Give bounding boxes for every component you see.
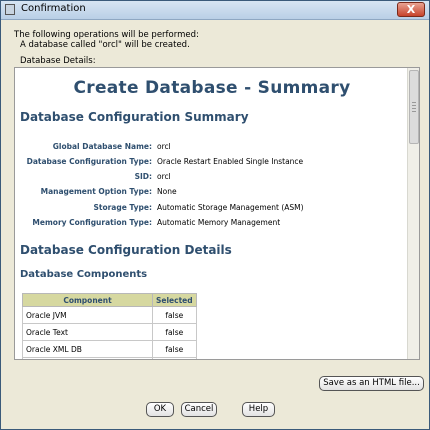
field-label: SID: (134, 172, 152, 181)
table-row (22, 357, 197, 359)
close-button[interactable]: X (397, 2, 425, 17)
summary-title: Create Database - Summary (73, 78, 351, 98)
field-label: Management Option Type: (40, 187, 152, 196)
field-label: Global Database Name: (52, 142, 152, 151)
summary-content: Create Database - Summary Database Confi… (15, 68, 409, 359)
components-heading: Database Components (20, 269, 148, 280)
grip-line (412, 108, 416, 109)
java-app-icon (5, 4, 15, 15)
components-table: Component Selected Oracle JVM false Orac… (22, 293, 197, 359)
summary-panel[interactable]: Create Database - Summary Database Confi… (14, 67, 420, 360)
window-title: Confirmation (21, 3, 86, 14)
field-value: orcl (157, 172, 171, 181)
field-value: Automatic Memory Management (157, 218, 281, 227)
column-header-component: Component (22, 293, 153, 307)
column-header-selected: Selected (152, 293, 197, 307)
intro-line-1: The following operations will be perform… (14, 30, 199, 40)
grip-line (412, 102, 416, 103)
table-row: Oracle XML DB false (22, 340, 197, 358)
selected-cell (152, 357, 197, 359)
table-row: Oracle JVM false (22, 306, 197, 324)
table-header-row: Component Selected (22, 293, 197, 307)
field-label: Storage Type: (93, 203, 152, 212)
save-as-html-button[interactable]: Save as an HTML file... (319, 376, 424, 391)
grip-line (412, 105, 416, 106)
help-button[interactable]: Help (242, 402, 275, 417)
field-value: Oracle Restart Enabled Single Instance (157, 157, 304, 166)
table-row: Oracle Text false (22, 323, 197, 341)
scrollbar-thumb[interactable] (409, 70, 419, 144)
component-cell: Oracle JVM (22, 306, 153, 324)
field-label: Memory Configuration Type: (32, 218, 152, 227)
selected-cell: false (152, 306, 197, 324)
title-bar[interactable]: Confirmation X (1, 1, 429, 20)
component-cell (22, 357, 153, 359)
intro-line-2: A database called "orcl" will be created… (20, 40, 190, 50)
config-details-heading: Database Configuration Details (20, 243, 232, 257)
cancel-button[interactable]: Cancel (181, 402, 217, 417)
config-summary-heading: Database Configuration Summary (20, 110, 249, 124)
selected-cell: false (152, 323, 197, 341)
ok-button[interactable]: OK (146, 402, 174, 417)
grip-line (412, 111, 416, 112)
vertical-scrollbar[interactable] (407, 68, 419, 359)
component-cell: Oracle Text (22, 323, 153, 341)
details-label: Database Details: (20, 56, 96, 66)
field-label: Database Configuration Type: (26, 157, 152, 166)
confirmation-dialog: Confirmation X The following operations … (0, 0, 430, 430)
field-value: orcl (157, 142, 171, 151)
selected-cell: false (152, 340, 197, 358)
field-value: None (157, 187, 177, 196)
component-cell: Oracle XML DB (22, 340, 153, 358)
field-value: Automatic Storage Management (ASM) (157, 203, 304, 212)
